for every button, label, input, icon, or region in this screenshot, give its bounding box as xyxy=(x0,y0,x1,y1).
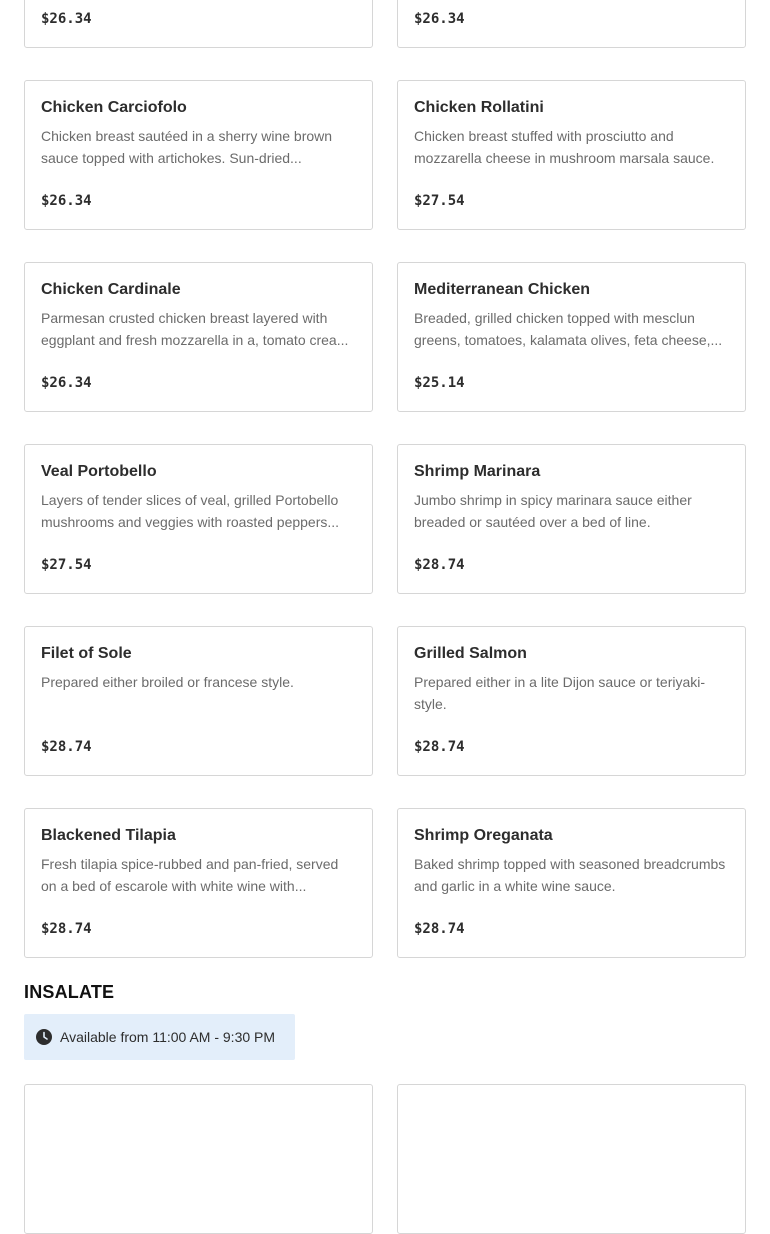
item-price: $28.74 xyxy=(414,739,465,755)
item-price: $27.54 xyxy=(414,193,465,209)
item-price: $28.74 xyxy=(414,921,465,937)
item-description: Jumbo shrimp in spicy marinara sauce eit… xyxy=(414,492,692,530)
item-price: $26.34 xyxy=(41,193,92,209)
item-name: Blackened Tilapia xyxy=(41,827,176,844)
item-price: $27.54 xyxy=(41,557,92,573)
item-name: Shrimp Marinara xyxy=(414,463,541,480)
item-name: Chicken Cardinale xyxy=(41,281,181,298)
item-description: Parmesan crusted chicken breast layered … xyxy=(41,310,349,348)
item-description: Breaded, grilled chicken topped with mes… xyxy=(414,310,723,348)
item-name: Shrimp Oreganata xyxy=(414,827,553,844)
menu-item-card[interactable]: Grilled Salmon Prepared either in a lite… xyxy=(397,626,746,776)
item-name: Filet of Sole xyxy=(41,645,132,662)
item-description: Fresh tilapia spice-rubbed and pan-fried… xyxy=(41,856,339,894)
item-description: Chicken breast stuffed with prosciutto a… xyxy=(414,128,715,166)
menu-item-card[interactable]: Shrimp Marinara Jumbo shrimp in spicy ma… xyxy=(397,444,746,594)
item-description: Prepared either broiled or francese styl… xyxy=(41,674,294,690)
menu-item-card[interactable]: Filet of Sole Prepared either broiled or… xyxy=(24,626,373,776)
menu-item-card[interactable] xyxy=(397,1084,746,1234)
menu-item-card[interactable]: $26.34 xyxy=(24,0,373,48)
menu-item-card[interactable]: Chicken Cardinale Parmesan crusted chick… xyxy=(24,262,373,412)
item-name: Chicken Carciofolo xyxy=(41,99,187,116)
item-description: Baked shrimp topped with seasoned breadc… xyxy=(414,856,726,894)
section-title: INSALATE xyxy=(24,982,115,1002)
availability-text: Available from 11:00 AM - 9:30 PM xyxy=(60,1029,276,1045)
menu-item-card[interactable] xyxy=(24,1084,373,1234)
item-price: $25.14 xyxy=(414,375,465,391)
menu-item-card[interactable]: $26.34 xyxy=(397,0,746,48)
item-price: $26.34 xyxy=(41,375,92,391)
menu-item-card[interactable]: Shrimp Oreganata Baked shrimp topped wit… xyxy=(397,808,746,958)
menu-item-card[interactable]: Mediterranean Chicken Breaded, grilled c… xyxy=(397,262,746,412)
item-name: Veal Portobello xyxy=(41,463,157,480)
menu-item-card[interactable]: Blackened Tilapia Fresh tilapia spice-ru… xyxy=(24,808,373,958)
item-name: Chicken Rollatini xyxy=(414,99,544,116)
item-price: $28.74 xyxy=(41,921,92,937)
menu-item-card[interactable]: Veal Portobello Layers of tender slices … xyxy=(24,444,373,594)
item-name: Mediterranean Chicken xyxy=(414,281,591,298)
item-description: Layers of tender slices of veal, grilled… xyxy=(41,492,340,530)
availability-badge: Available from 11:00 AM - 9:30 PM xyxy=(24,1014,295,1060)
item-price: $28.74 xyxy=(41,739,92,755)
item-description: Prepared either in a lite Dijon sauce or… xyxy=(414,674,706,712)
menu-item-card[interactable]: Chicken Rollatini Chicken breast stuffed… xyxy=(397,80,746,230)
item-name: Grilled Salmon xyxy=(414,645,527,662)
item-description: Chicken breast sautéed in a sherry wine … xyxy=(41,128,333,166)
item-price: $28.74 xyxy=(414,557,465,573)
clock-icon xyxy=(36,1029,52,1045)
menu-item-card[interactable]: Chicken Carciofolo Chicken breast sautée… xyxy=(24,80,373,230)
item-price: $26.34 xyxy=(414,11,465,27)
item-price: $26.34 xyxy=(41,11,92,27)
